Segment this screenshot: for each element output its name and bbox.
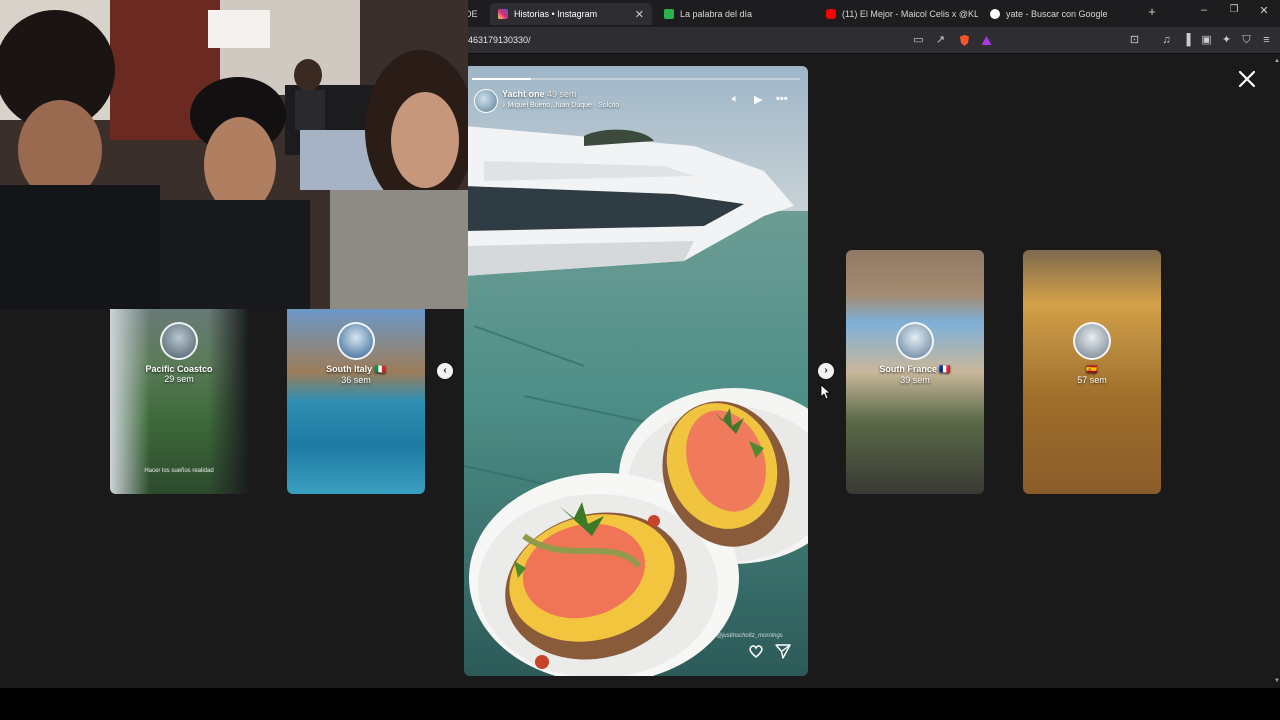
story-card-name: 🇪🇸 (1086, 363, 1098, 374)
more-options-icon[interactable]: ••• (776, 93, 788, 105)
browser-tab-palabra[interactable]: La palabra del día (656, 3, 816, 25)
story-card-spain[interactable]: 🇪🇸 57 sem (1023, 250, 1161, 494)
brave-shield-icon[interactable] (958, 34, 971, 47)
browser-tab-instagram[interactable]: Historias • Instagram ✕ (490, 3, 652, 25)
share-send-icon[interactable] (775, 643, 791, 664)
minimize-icon[interactable]: – (1194, 4, 1214, 16)
avatar[interactable] (474, 89, 498, 113)
main-story[interactable]: Yacht one 49 sem ♪ Miquel Bueno, Juan Du… (464, 66, 808, 676)
story-time: 49 sem (547, 89, 577, 99)
wallet-icon[interactable]: ▣ (1200, 34, 1213, 47)
story-card-name: Pacific Coastco (145, 364, 213, 374)
play-icon[interactable]: ▶ (754, 93, 762, 106)
webcam-image (0, 0, 468, 309)
story-watermark: @justinscholtz_mornings (716, 633, 783, 639)
story-progress-bar (472, 78, 800, 80)
chevron-left-icon[interactable]: ‹ (437, 363, 453, 379)
screenshot-icon[interactable]: ⊡ (1128, 34, 1141, 47)
avatar (896, 321, 934, 360)
leo-ai-icon[interactable]: ✦ (1220, 34, 1233, 47)
url-text[interactable]: 463179130330/ (468, 35, 531, 45)
close-x-icon[interactable] (1236, 68, 1258, 90)
sidebar-icon[interactable]: ▐ (1180, 34, 1193, 47)
story-card-caption: Hacer los sueños realidad (144, 468, 214, 474)
youtube-favicon-icon (826, 9, 836, 19)
music-icon[interactable]: ♫ (1160, 34, 1173, 47)
mute-icon[interactable]: 🔈︎ (732, 93, 739, 106)
chevron-right-icon[interactable]: › (818, 363, 834, 379)
tab-close-icon[interactable]: ✕ (635, 8, 644, 21)
vpn-shield-icon[interactable]: ⛉ (1240, 34, 1253, 47)
google-favicon-icon (990, 9, 1000, 19)
palabra-favicon-icon (664, 9, 674, 19)
window-close-icon[interactable]: ✕ (1254, 4, 1274, 17)
story-card-time: 39 sem (900, 374, 930, 385)
browser-tab-youtube[interactable]: (11) El Mejor - Maicol Celis x @KLLH (818, 3, 978, 25)
story-card-south-france[interactable]: South France 🇫🇷 39 sem (846, 250, 984, 494)
avatar (160, 322, 198, 360)
like-heart-icon[interactable] (748, 643, 764, 664)
story-image (464, 66, 808, 676)
story-card-name: South Italy 🇮🇹 (326, 363, 386, 374)
bottom-bar (0, 688, 1280, 720)
story-music[interactable]: ♪ Miquel Bueno, Juan Duque · Solcito (502, 102, 619, 109)
cast-icon[interactable]: ▭ (912, 34, 925, 47)
story-card-name: South France 🇫🇷 (879, 363, 951, 374)
story-card-time: 29 sem (164, 374, 194, 384)
mouse-cursor-icon (819, 384, 832, 405)
instagram-favicon-icon (498, 9, 508, 19)
restore-icon[interactable]: ❐ (1224, 4, 1244, 15)
story-card-time: 57 sem (1077, 374, 1107, 385)
avatar (1073, 321, 1111, 360)
story-progress-fill (472, 78, 532, 80)
new-tab-icon[interactable]: + (1142, 4, 1162, 19)
story-card-time: 36 sem (341, 374, 371, 385)
share-icon[interactable]: ↗ (934, 34, 947, 47)
avatar (337, 321, 375, 360)
scrollbar[interactable]: ▲ ▼ (1272, 54, 1280, 688)
menu-icon[interactable]: ≡ (1260, 34, 1273, 47)
brave-rewards-icon[interactable] (980, 34, 993, 47)
webcam-overlay (0, 0, 468, 309)
story-username[interactable]: Yacht one (502, 89, 545, 99)
browser-tab-google[interactable]: yate - Buscar con Google (982, 3, 1142, 25)
